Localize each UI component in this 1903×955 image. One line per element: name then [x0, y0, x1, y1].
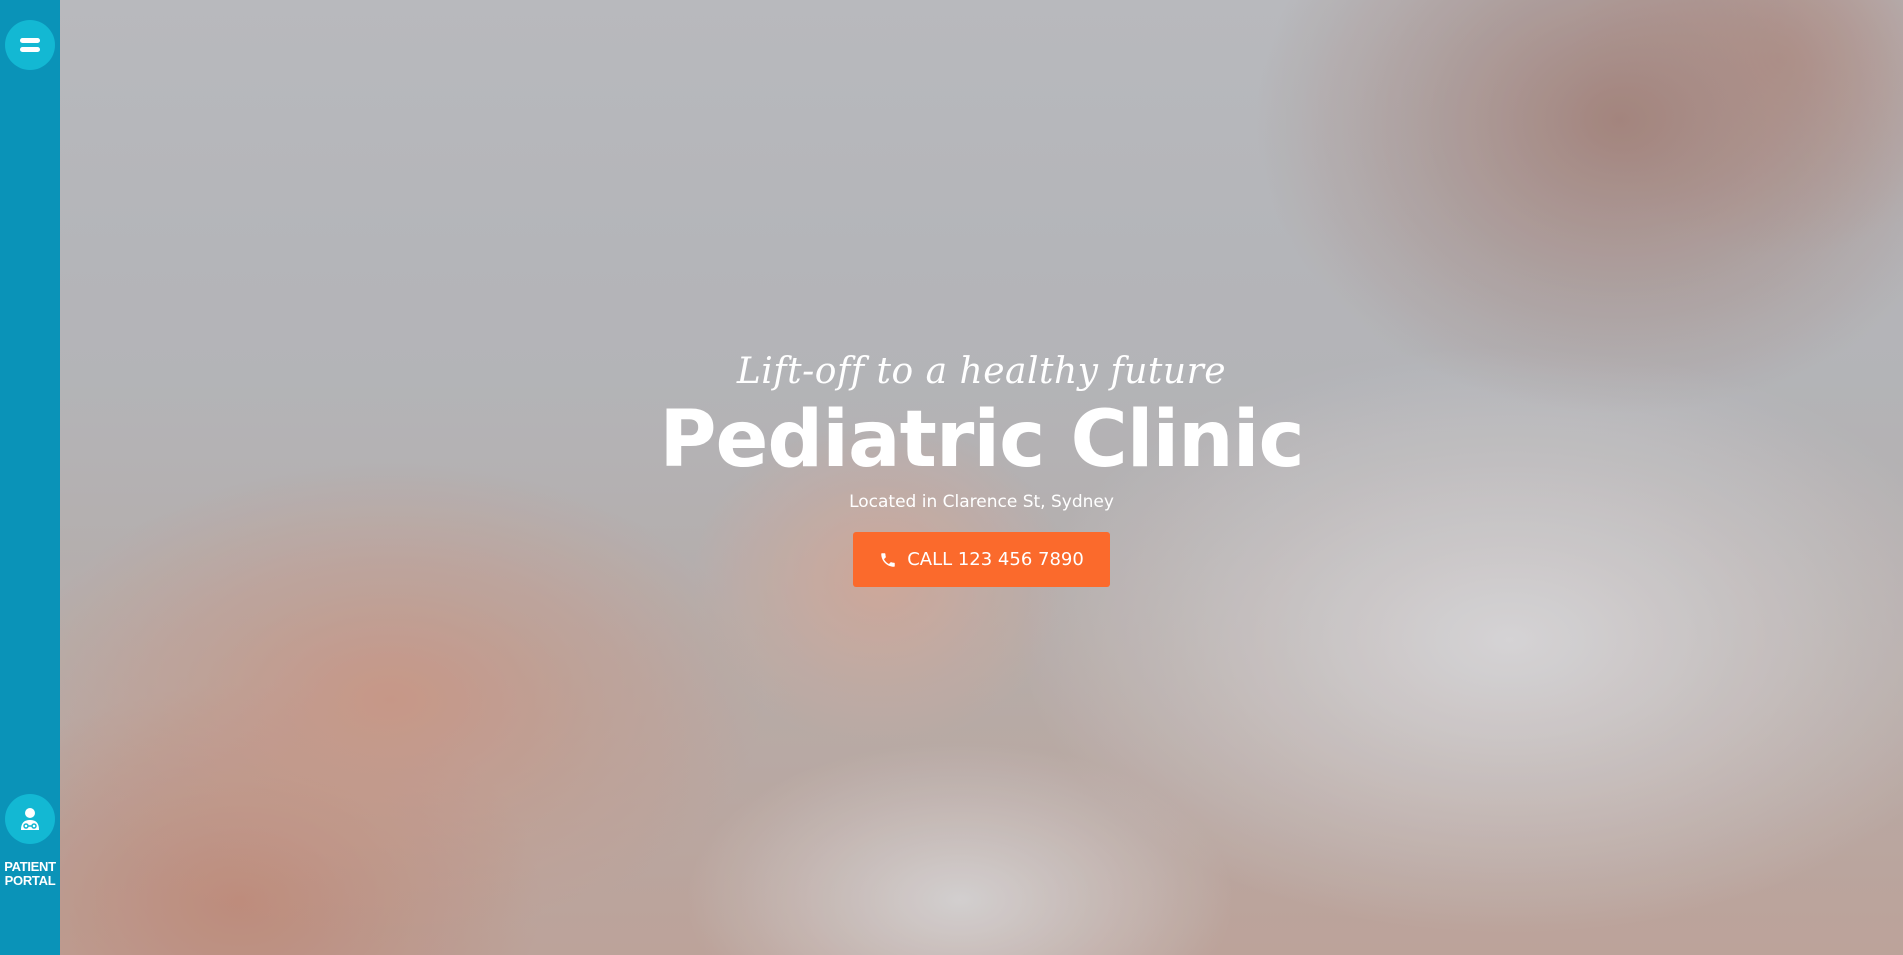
patient-portal-link[interactable]: PATIENT PORTAL: [0, 794, 60, 888]
doctor-stethoscope-icon: [21, 808, 39, 830]
patient-portal-label: PATIENT PORTAL: [4, 859, 56, 888]
hero-content: Lift-off to a healthy future Pediatric C…: [60, 350, 1903, 587]
phone-icon: [879, 551, 897, 569]
hero-tagline: Lift-off to a healthy future: [736, 351, 1227, 392]
hamburger-menu-icon-bar: [20, 47, 40, 52]
patient-portal-button[interactable]: [5, 794, 55, 844]
call-button[interactable]: CALL 123 456 7890: [853, 532, 1110, 587]
sidebar: PATIENT PORTAL: [0, 0, 60, 955]
hamburger-menu-icon: [20, 38, 40, 43]
hero-location: Located in Clarence St, Sydney: [849, 492, 1114, 512]
page-title: Pediatric Clinic: [659, 395, 1304, 485]
menu-button[interactable]: [5, 20, 55, 70]
hero-banner: Lift-off to a healthy future Pediatric C…: [60, 0, 1903, 955]
page: PATIENT PORTAL Lift-off to a healthy fut…: [0, 0, 1903, 955]
call-button-label: CALL 123 456 7890: [907, 549, 1084, 570]
